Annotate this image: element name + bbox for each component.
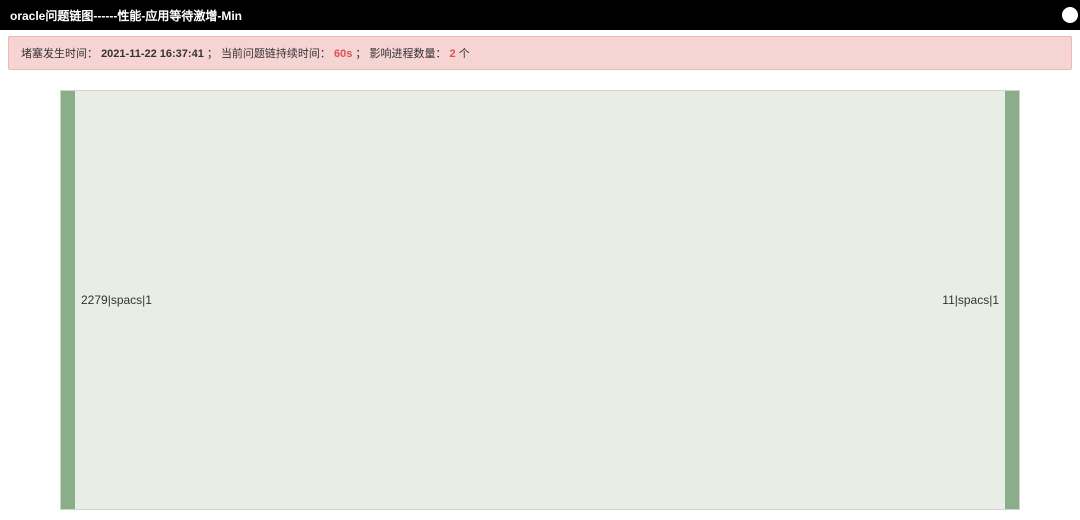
sankey-node-right[interactable] [1005,91,1019,509]
close-button[interactable] [1062,7,1078,23]
alert-sep1: ； [207,48,218,60]
alert-duration-label: 当前问题链持续时间： [221,48,331,60]
alert-count-label: 影响进程数量： [369,48,446,60]
alert-banner: 堵塞发生时间： 2021-11-22 16:37:41 ； 当前问题链持续时间：… [8,36,1072,70]
sankey-node-left-label: 2279|spacs|1 [81,293,152,307]
window-title: oracle问题链图------性能-应用等待激增-Min [10,7,242,24]
alert-duration-value: 60s [334,48,352,60]
sankey-node-right-label: 11|spacs|1 [942,293,999,307]
alert-time-label: 堵塞发生时间： [21,48,98,60]
alert-time-value: 2021-11-22 16:37:41 [101,48,204,60]
sankey-link: 2279|spacs|1 11|spacs|1 [60,90,1020,510]
window-header: oracle问题链图------性能-应用等待激增-Min [0,0,1080,30]
sankey-node-left[interactable] [61,91,75,509]
alert-count-value: 2 [450,48,456,60]
alert-count-suffix: 个 [459,48,470,60]
sankey-chart: 2279|spacs|1 11|spacs|1 [60,90,1020,510]
alert-sep2: ； [355,48,366,60]
